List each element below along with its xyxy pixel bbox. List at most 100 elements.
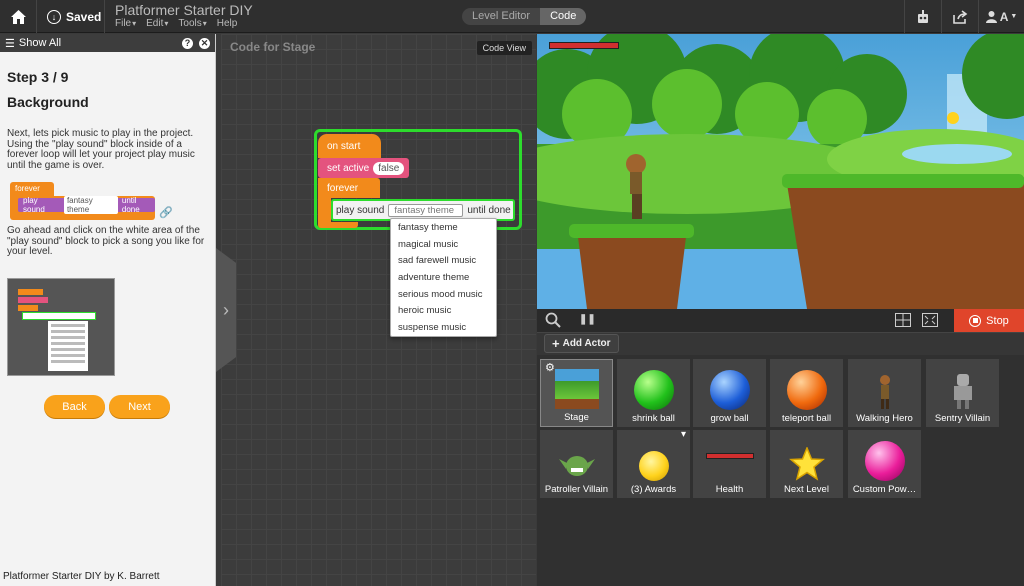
stage-thumbnail xyxy=(554,369,599,409)
set-active-block[interactable]: set active false xyxy=(318,158,409,178)
add-actor-button[interactable]: + Add Actor xyxy=(544,334,619,353)
menu-file[interactable]: File xyxy=(115,18,136,29)
stop-label: Stop xyxy=(986,314,1009,327)
sound-option[interactable]: heroic music xyxy=(391,302,496,319)
example-forever: forever xyxy=(10,182,54,196)
user-initial: A xyxy=(999,9,1009,24)
actor-name: (3) Awards xyxy=(630,484,677,495)
tab-level-editor[interactable]: Level Editor xyxy=(462,8,540,25)
actor-patroller-villain[interactable]: Patroller Villain xyxy=(540,430,613,498)
menu-edit[interactable]: Edit xyxy=(146,18,168,29)
app-title: Platformer Starter DIY xyxy=(115,2,253,18)
sound-option[interactable]: suspense music xyxy=(391,319,496,336)
until-done-text: until done xyxy=(467,204,511,216)
list-icon: ☰ xyxy=(5,37,15,50)
zoom-icon[interactable] xyxy=(545,312,561,333)
sound-value[interactable]: fantasy theme xyxy=(388,203,464,217)
forever-block[interactable]: forever xyxy=(318,178,380,198)
menu-help[interactable]: Help xyxy=(217,18,239,29)
actor-next-level[interactable]: Next Level xyxy=(770,430,843,498)
set-active-label: set active xyxy=(327,162,370,174)
tutorial-panel: ☰ Show All ? ✕ Step 3 / 9 Background Nex… xyxy=(0,34,216,586)
next-button[interactable]: Next xyxy=(109,395,170,418)
user-icon xyxy=(985,10,997,23)
sound-option[interactable]: magical music xyxy=(391,236,496,253)
tab-code[interactable]: Code xyxy=(540,8,587,25)
add-actor-label: Add Actor xyxy=(562,338,611,349)
example-theme: fantasy theme xyxy=(63,196,118,214)
actor-name: teleport ball xyxy=(781,413,832,424)
close-icon[interactable]: ✕ xyxy=(199,37,210,49)
knight-icon xyxy=(953,374,972,409)
example-play-sound: play sound xyxy=(23,196,45,214)
back-button[interactable]: Back xyxy=(44,395,105,418)
stop-button[interactable]: Stop xyxy=(954,309,1024,332)
play-sound-overlay[interactable]: play sound fantasy theme until done xyxy=(331,199,515,221)
code-view-button[interactable]: Code View xyxy=(476,41,532,55)
chevron-down-icon[interactable]: ▾ xyxy=(681,429,686,440)
blue-ball-icon xyxy=(709,370,750,410)
sound-option[interactable]: sad farewell music xyxy=(391,252,496,269)
coin-icon xyxy=(638,451,669,481)
share-button[interactable] xyxy=(941,0,978,33)
actor-sentry-villain[interactable]: Sentry Villain xyxy=(926,359,999,427)
actor-name: Walking Hero xyxy=(856,413,913,424)
on-start-block[interactable]: on start xyxy=(318,134,381,158)
play-sound-text: play sound xyxy=(336,204,385,216)
menu-bar: File Edit Tools Help xyxy=(115,18,238,29)
user-menu[interactable]: A ▼ xyxy=(978,0,1024,33)
plus-icon: + xyxy=(552,336,560,351)
sound-option[interactable]: serious mood music xyxy=(391,286,496,303)
actor-shrink-ball[interactable]: shrink ball xyxy=(617,359,690,427)
show-all-button[interactable]: Show All xyxy=(19,37,61,49)
forever-label: forever xyxy=(327,182,359,194)
actor-custom-power[interactable]: Custom Pow… xyxy=(848,430,921,498)
pause-icon[interactable]: ❚❚ xyxy=(579,314,596,325)
green-ball-icon xyxy=(633,370,674,410)
example-screenshot xyxy=(7,278,115,376)
example-until-done: until done xyxy=(121,196,140,214)
saved-button[interactable]: ↓ Saved xyxy=(38,0,105,33)
step-counter: Step 3 / 9 xyxy=(7,69,69,85)
grid-icon[interactable] xyxy=(895,313,911,332)
false-value[interactable]: false xyxy=(373,161,405,175)
sound-dropdown: fantasy theme magical music sad farewell… xyxy=(390,218,497,337)
actor-name: shrink ball xyxy=(632,413,675,424)
game-stage[interactable] xyxy=(537,34,1024,309)
actor-name: grow ball xyxy=(710,413,749,424)
actor-walking-hero[interactable]: Walking Hero xyxy=(848,359,921,427)
help-robot-button[interactable] xyxy=(904,0,941,33)
download-icon: ↓ xyxy=(47,9,61,24)
mode-switch: Level Editor Code xyxy=(462,8,587,25)
credit-text: Platformer Starter DIY by K. Barrett xyxy=(3,571,160,582)
orange-ball-icon xyxy=(786,370,827,410)
actor-teleport-ball[interactable]: teleport ball xyxy=(770,359,843,427)
step-heading: Background xyxy=(7,94,89,110)
stage-toolbar: ❚❚ Stop xyxy=(537,309,1024,333)
instruction-text: Next, lets pick music to play in the pro… xyxy=(7,128,195,171)
actor-stage[interactable]: ⚙ Stage xyxy=(540,359,613,427)
health-bar-icon xyxy=(705,453,754,459)
help-icon[interactable]: ? xyxy=(182,37,193,49)
link-icon: 🔗 xyxy=(159,207,173,219)
gear-icon: ⚙ xyxy=(545,362,555,374)
top-right-tools: A ▼ xyxy=(904,0,1024,33)
menu-tools[interactable]: Tools xyxy=(178,18,206,29)
actor-name: Next Level xyxy=(784,484,829,495)
actor-grow-ball[interactable]: grow ball xyxy=(693,359,766,427)
chevron-right-icon: › xyxy=(223,299,229,320)
fullscreen-icon[interactable] xyxy=(922,313,938,332)
pink-ball-icon xyxy=(864,441,905,481)
actor-health[interactable]: Health xyxy=(693,430,766,498)
actor-name: Custom Pow… xyxy=(852,484,917,495)
sound-option[interactable]: adventure theme xyxy=(391,269,496,286)
hero-icon xyxy=(879,375,890,409)
actor-awards[interactable]: ▾ (3) Awards xyxy=(617,429,690,498)
saved-label: Saved xyxy=(66,9,102,24)
game-scene xyxy=(537,34,1024,309)
sound-option[interactable]: fantasy theme xyxy=(391,219,496,236)
collapse-panel-button[interactable]: › xyxy=(216,248,236,372)
home-button[interactable] xyxy=(0,0,37,33)
star-icon xyxy=(788,447,825,481)
top-bar: ↓ Saved Platformer Starter DIY File Edit… xyxy=(0,0,1024,33)
